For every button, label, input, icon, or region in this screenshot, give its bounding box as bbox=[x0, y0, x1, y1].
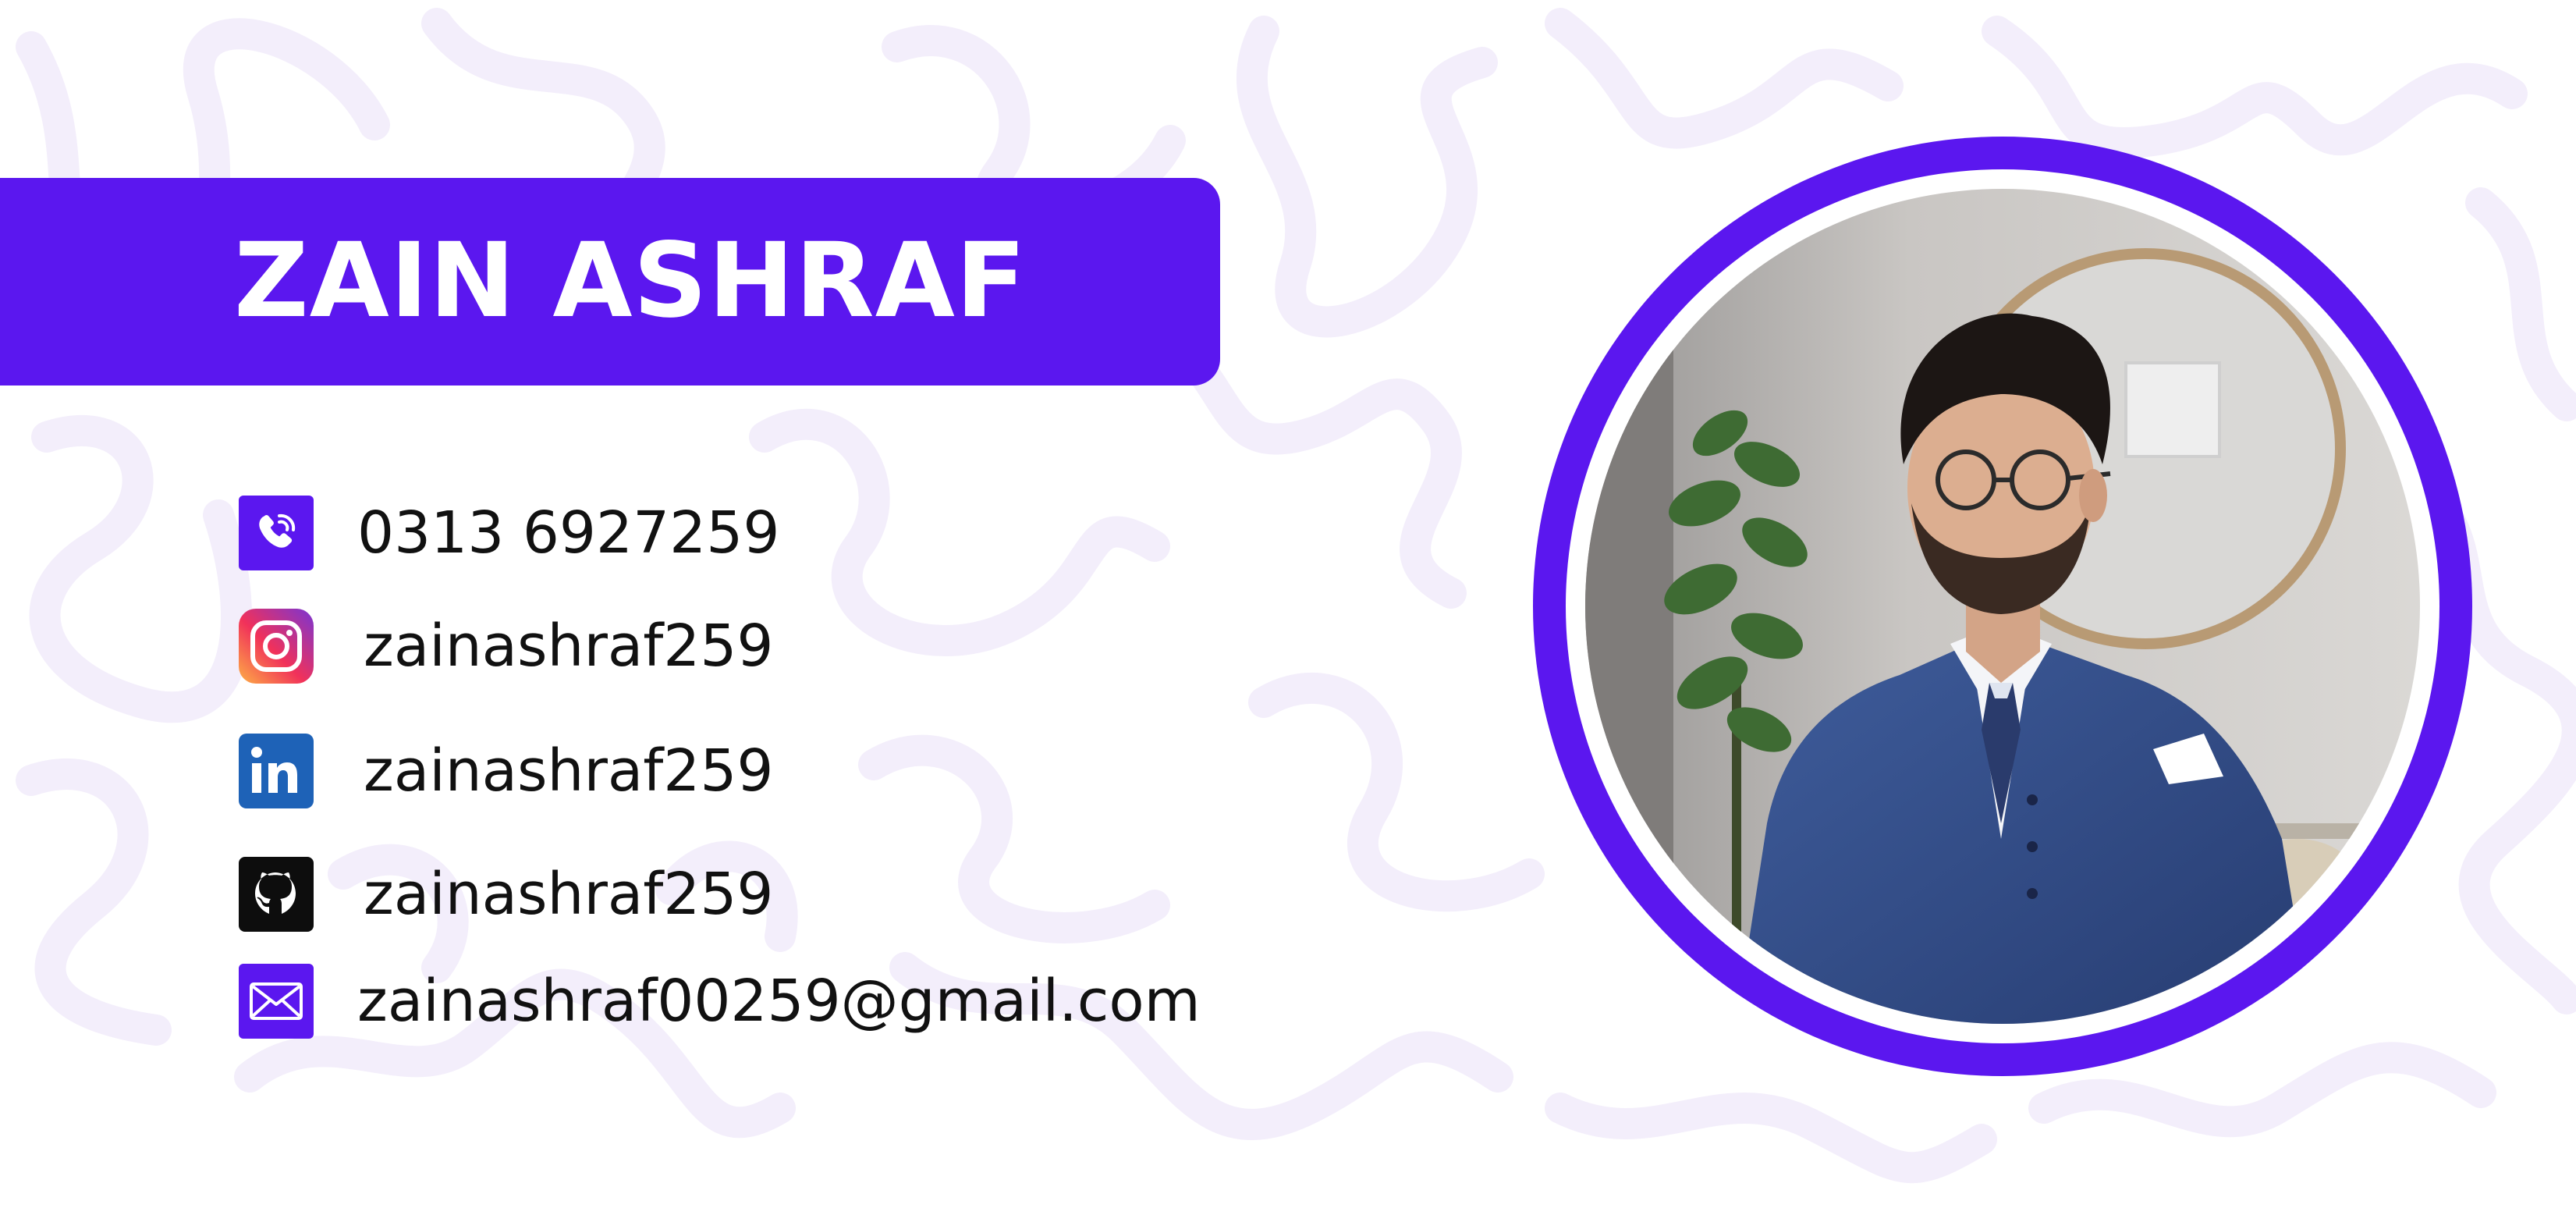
contact-list: 0313 6927259 zainashraf259 zainashraf259… bbox=[0, 0, 1326, 1208]
github-handle: zainashraf259 bbox=[364, 861, 774, 928]
instagram-handle: zainashraf259 bbox=[364, 613, 774, 680]
phone-icon bbox=[239, 496, 314, 570]
phone-number: 0313 6927259 bbox=[357, 499, 780, 567]
profile-photo bbox=[1533, 137, 2473, 1077]
linkedin-icon bbox=[239, 734, 314, 808]
github-icon bbox=[239, 857, 314, 932]
email-address: zainashraf00259@gmail.com bbox=[357, 968, 1201, 1035]
email-icon bbox=[239, 964, 314, 1039]
linkedin-handle: zainashraf259 bbox=[364, 737, 774, 805]
instagram-icon bbox=[239, 609, 314, 684]
